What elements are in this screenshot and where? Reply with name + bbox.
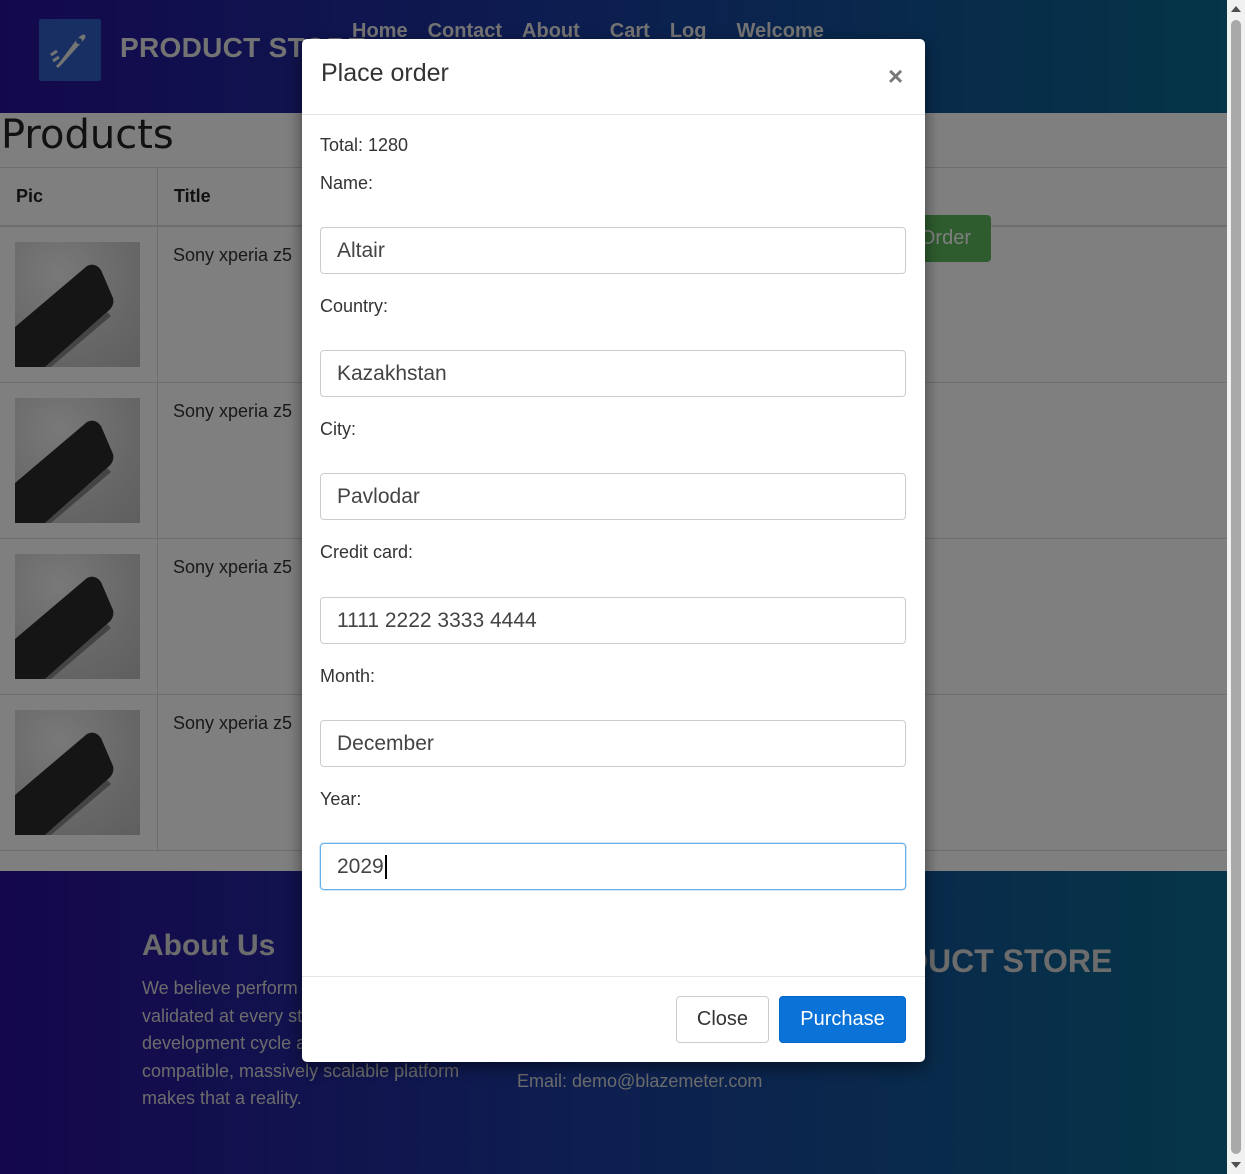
close-button[interactable]: Close (676, 996, 769, 1043)
city-value: Pavlodar (337, 484, 420, 508)
name-label: Name: (320, 173, 374, 193)
name-field[interactable]: Altair (320, 227, 906, 274)
order-total: Total: 1280 (320, 135, 409, 155)
modal-title: Place order (321, 59, 449, 87)
scroll-up-arrow-icon[interactable] (1231, 6, 1241, 12)
year-field[interactable]: 2029 (320, 843, 906, 890)
modal-footer: Close Purchase (302, 976, 925, 1063)
close-icon[interactable]: × (888, 61, 903, 92)
country-field[interactable]: Kazakhstan (320, 350, 906, 397)
credit-card-field[interactable]: 1111 2222 3333 4444 (320, 597, 906, 644)
scroll-thumb[interactable] (1231, 20, 1241, 1154)
month-value: December (337, 731, 434, 755)
country-value: Kazakhstan (337, 361, 447, 385)
country-label: Country: (320, 296, 389, 316)
text-caret (384, 854, 387, 879)
year-value: 2029 (337, 854, 384, 878)
name-value: Altair (337, 238, 385, 262)
purchase-button[interactable]: Purchase (779, 996, 906, 1043)
scrollbar[interactable] (1227, 0, 1245, 1174)
month-field[interactable]: December (320, 720, 906, 767)
credit-card-value: 1111 2222 3333 4444 (337, 608, 537, 632)
city-field[interactable]: Pavlodar (320, 473, 906, 520)
place-order-modal: Place order × Total: 1280 Name: Altair C… (302, 39, 925, 1062)
city-label: City: (320, 419, 356, 439)
scroll-down-arrow-icon[interactable] (1231, 1162, 1241, 1168)
credit-card-label: Credit card: (320, 542, 414, 562)
modal-header: Place order × (302, 39, 925, 115)
year-label: Year: (320, 789, 362, 809)
month-label: Month: (320, 666, 376, 686)
